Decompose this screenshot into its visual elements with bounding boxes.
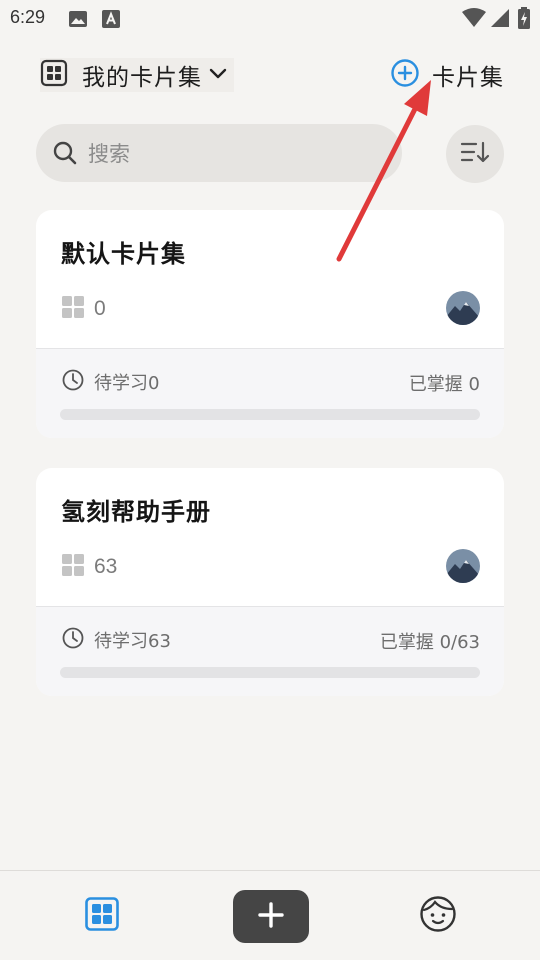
gallery-icon	[68, 10, 88, 32]
font-a-icon	[102, 10, 120, 32]
status-bar: 6:29	[0, 0, 540, 36]
search-placeholder: 搜索	[88, 142, 130, 166]
collections-grid-icon	[85, 897, 119, 935]
pending-row: 待学习63	[62, 627, 171, 653]
mastered-count: 已掌握 0	[408, 374, 480, 395]
clock-icon	[62, 627, 84, 653]
add-collection-label: 卡片集	[432, 65, 504, 91]
grid-icon	[40, 59, 68, 91]
collection-card[interactable]: 默认卡片集 0 待学习0 已掌握 0	[36, 210, 504, 438]
card-footer: 待学习0 已掌握 0	[36, 348, 504, 438]
avatar	[446, 549, 480, 583]
card-title: 氢刻帮助手册	[61, 498, 211, 526]
cards-grid-icon	[62, 296, 84, 322]
cards-grid-icon	[62, 554, 84, 580]
collection-title: 我的卡片集	[82, 65, 202, 91]
plus-circle-icon	[390, 58, 420, 92]
sort-icon	[460, 139, 490, 169]
collection-switcher[interactable]: 我的卡片集	[40, 58, 234, 92]
face-icon	[419, 895, 457, 937]
nav-profile-tab[interactable]	[398, 871, 478, 960]
header: 我的卡片集 卡片集	[0, 52, 540, 98]
card-footer: 待学习63 已掌握 0/63	[36, 606, 504, 696]
progress-bar	[60, 667, 480, 678]
status-time: 6:29	[10, 7, 46, 27]
pending-row: 待学习0	[62, 369, 159, 395]
plus-icon	[257, 901, 285, 933]
wifi-icon	[462, 8, 486, 32]
card-title: 默认卡片集	[61, 240, 186, 268]
collection-card[interactable]: 氢刻帮助手册 63 待学习63 已掌握 0/63	[36, 468, 504, 696]
card-count: 0	[94, 297, 106, 320]
progress-bar	[60, 409, 480, 420]
search-icon	[52, 140, 78, 166]
chevron-down-icon	[208, 66, 228, 85]
mastered-count: 已掌握 0/63	[379, 632, 480, 653]
battery-charging-icon	[518, 7, 530, 33]
sort-button[interactable]	[446, 125, 504, 183]
pending-count: 待学习0	[94, 373, 160, 394]
bottom-nav	[0, 870, 540, 960]
nav-add-button[interactable]	[233, 890, 309, 943]
signal-icon	[490, 8, 510, 32]
search-input[interactable]: 搜索	[36, 124, 402, 182]
card-count: 63	[94, 555, 118, 578]
card-count-row: 63	[62, 554, 117, 580]
card-count-row: 0	[62, 296, 106, 322]
pending-count: 待学习63	[94, 631, 171, 652]
add-collection-button[interactable]: 卡片集	[390, 58, 504, 92]
nav-collections-tab[interactable]	[62, 871, 142, 960]
avatar	[446, 291, 480, 325]
clock-icon	[62, 369, 84, 395]
